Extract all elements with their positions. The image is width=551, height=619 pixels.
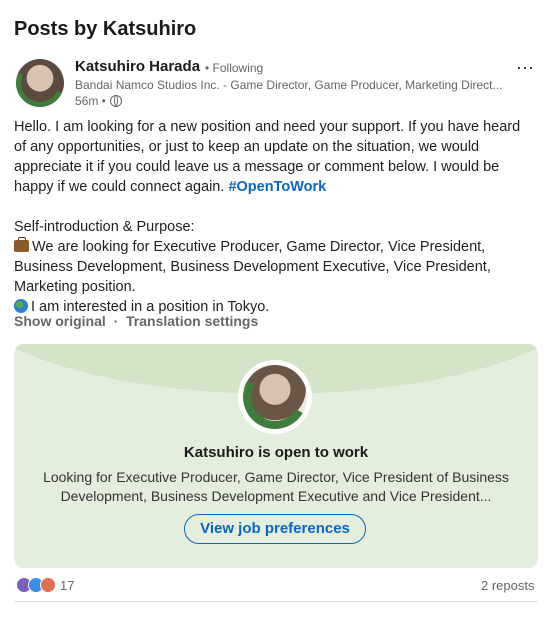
view-job-preferences-button[interactable]: View job preferences: [184, 514, 366, 544]
show-original-link[interactable]: Show original: [14, 313, 106, 329]
post-body: Hello. I am looking for a new position a…: [14, 117, 536, 317]
open-to-work-title: Katsuhiro is open to work: [183, 444, 369, 461]
reposts-count[interactable]: 2 reposts: [481, 578, 534, 593]
author-headline: Bandai Namco Studios Inc. - Game Directo…: [75, 78, 503, 92]
link-separator: ·: [113, 313, 119, 329]
post-time: 56m •: [75, 94, 106, 108]
divider: [14, 601, 538, 602]
more-options-icon[interactable]: ⋯: [516, 58, 535, 79]
section-title: Posts by Katsuhiro: [14, 18, 197, 40]
author-avatar[interactable]: [16, 59, 64, 107]
briefcase-icon: [14, 237, 29, 252]
love-reaction-icon: [40, 577, 56, 593]
translation-settings-link[interactable]: Translation settings: [126, 313, 258, 329]
follow-status: • Following: [205, 61, 264, 75]
translation-links: Show original · Translation settings: [14, 313, 258, 329]
post-meta: 56m •: [75, 94, 122, 108]
hashtag-link[interactable]: #OpenToWork: [228, 179, 326, 195]
post-card: Posts by Katsuhiro Katsuhiro Harada • Fo…: [0, 0, 551, 619]
post-line-text: We are looking for Executive Producer, G…: [14, 239, 491, 295]
reactions-summary[interactable]: 17: [16, 577, 74, 593]
open-to-work-description: Looking for Executive Producer, Game Dir…: [43, 469, 509, 504]
post-heading: Self-introduction & Purpose:: [14, 219, 195, 235]
globe-emoji-icon: [14, 299, 28, 313]
post-paragraph: Hello. I am looking for a new position a…: [14, 117, 536, 197]
post-line: We are looking for Executive Producer, G…: [14, 237, 536, 297]
globe-icon: [109, 95, 122, 107]
open-to-work-avatar: [235, 357, 315, 437]
reactions-count: 17: [60, 577, 75, 593]
open-to-work-card: Katsuhiro is open to work Looking for Ex…: [14, 344, 538, 568]
open-to-work-ring: [16, 59, 64, 107]
author-name[interactable]: Katsuhiro Harada: [75, 58, 200, 75]
